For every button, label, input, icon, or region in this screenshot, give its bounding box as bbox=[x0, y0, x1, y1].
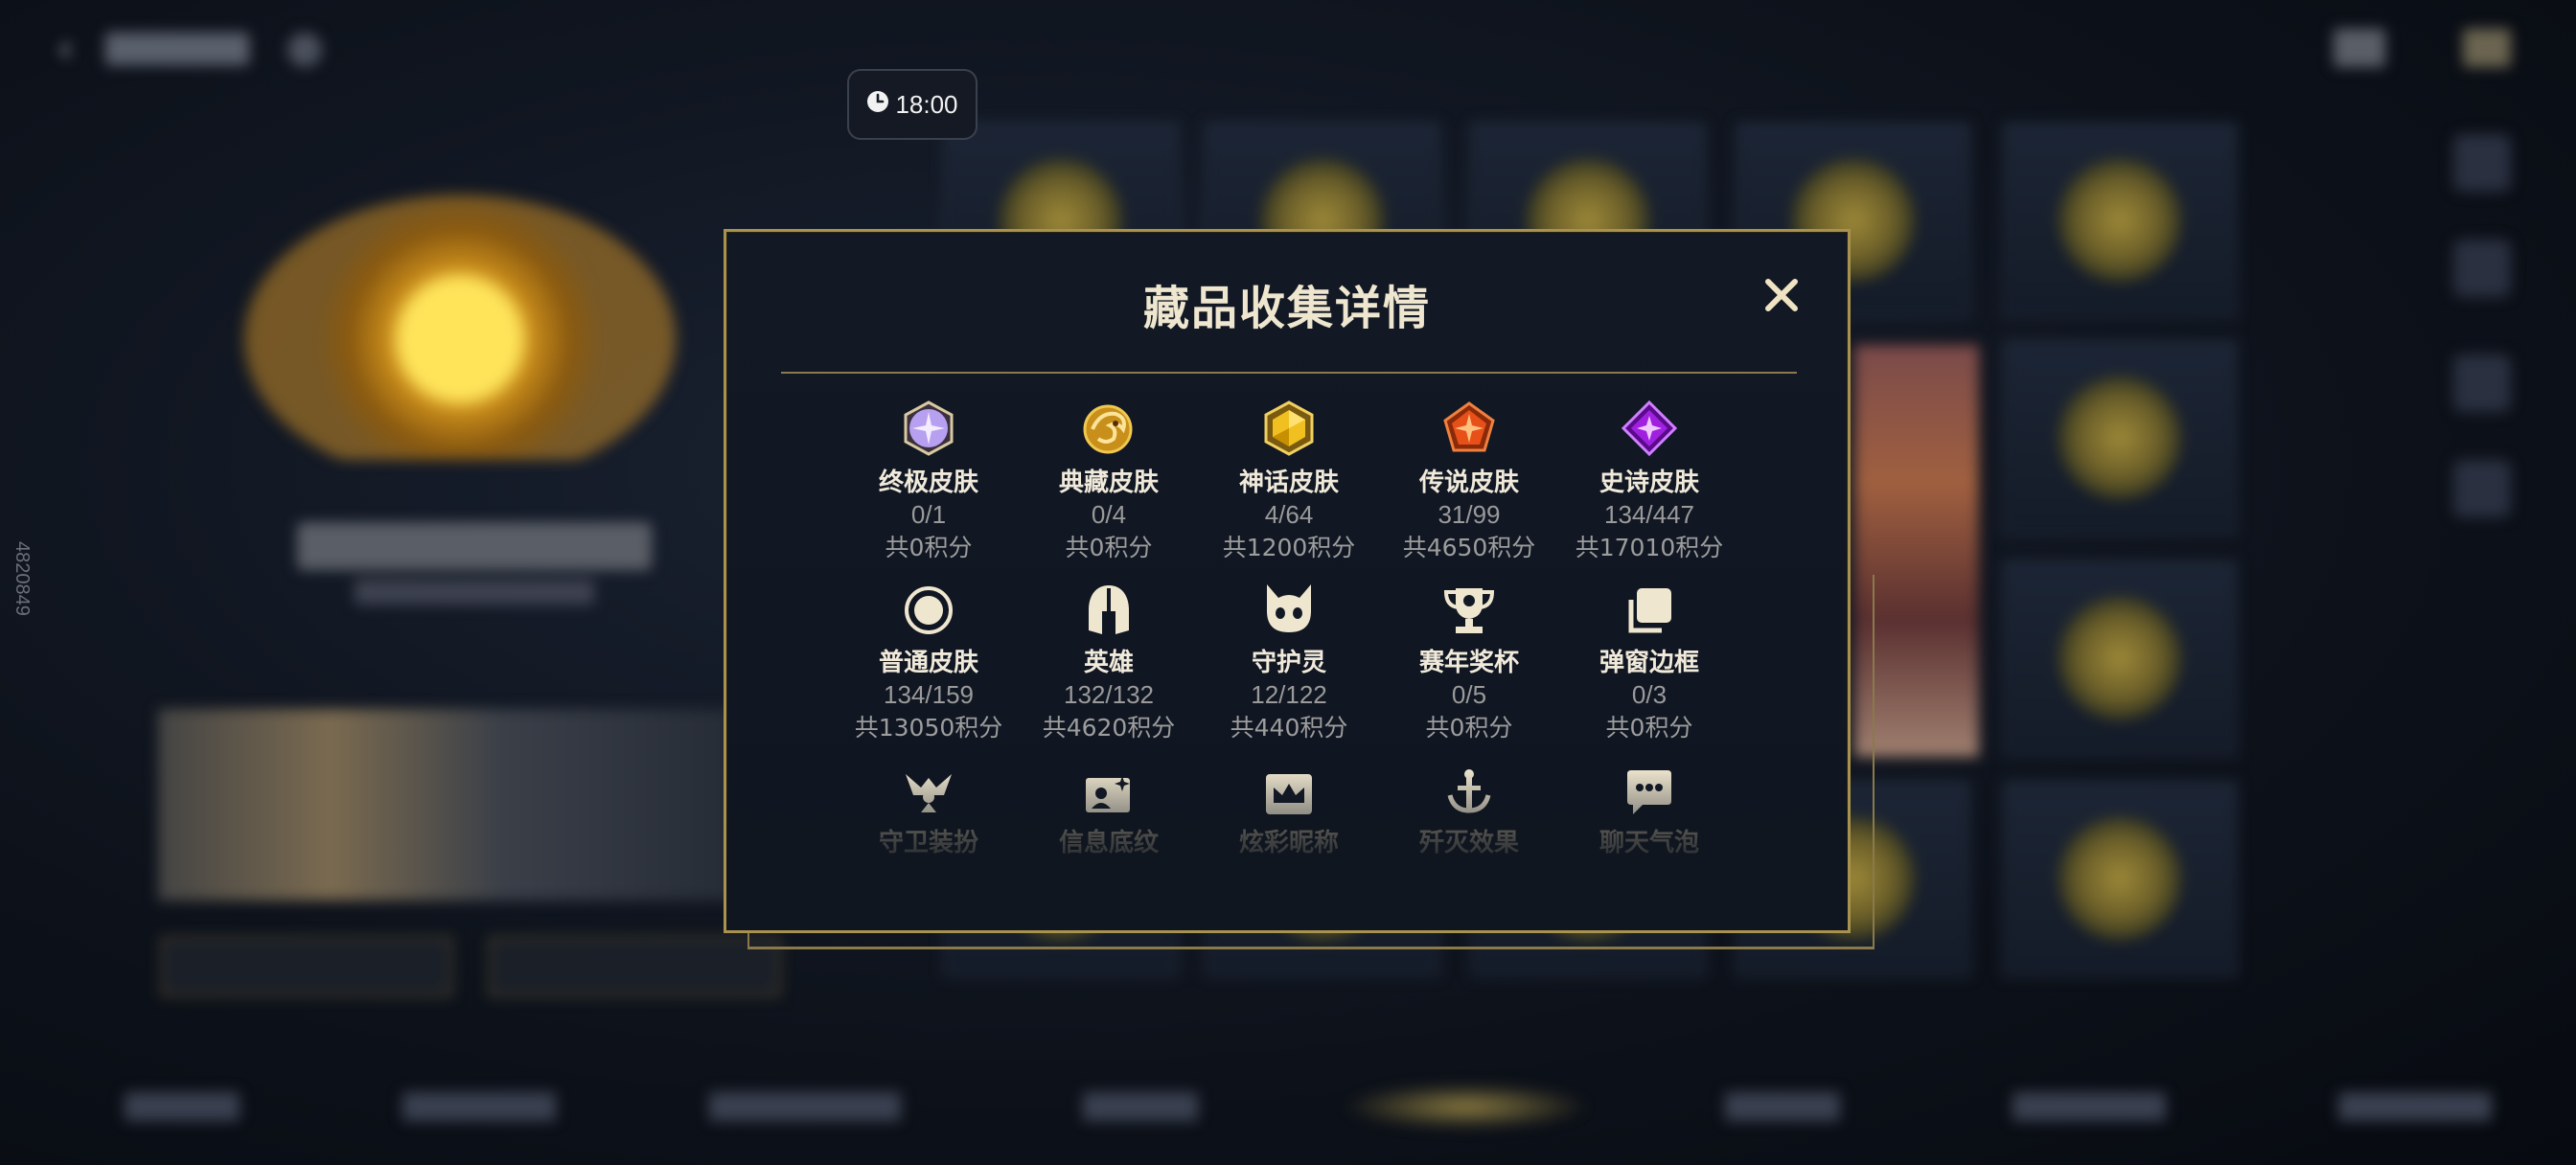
category-name: 赛年奖杯 bbox=[1418, 649, 1519, 677]
bg-header-icon bbox=[288, 33, 322, 67]
category-chat-bubble[interactable]: 聊天气泡 bbox=[1559, 761, 1739, 858]
category-count: 4/64 bbox=[1264, 500, 1314, 529]
bg-tile bbox=[2003, 123, 2237, 318]
category-points: 共0积分 bbox=[1605, 714, 1693, 742]
category-name: 信息底纹 bbox=[1058, 829, 1159, 857]
category-points: 共440积分 bbox=[1230, 714, 1348, 742]
close-button[interactable] bbox=[1755, 270, 1808, 324]
category-myth-skin[interactable]: 神话皮肤 4/64 共1200积分 bbox=[1199, 400, 1379, 565]
category-name: 聊天气泡 bbox=[1598, 829, 1699, 857]
bg-top-right-icon bbox=[2463, 29, 2511, 67]
annihilation-effect-icon bbox=[1444, 766, 1494, 820]
category-name: 典藏皮肤 bbox=[1058, 468, 1159, 497]
category-epic-skin[interactable]: 史诗皮肤 134/447 共17010积分 bbox=[1559, 400, 1739, 565]
category-name: 传说皮肤 bbox=[1418, 468, 1519, 497]
timer-pill: 18:00 bbox=[847, 69, 978, 140]
category-name: 英雄 bbox=[1083, 649, 1134, 677]
colorful-nickname-icon bbox=[1264, 770, 1314, 820]
category-count: 0/4 bbox=[1091, 500, 1127, 529]
chat-bubble-icon bbox=[1623, 768, 1675, 820]
ultimate-skin-icon bbox=[901, 400, 956, 460]
category-normal-skin[interactable]: 普通皮肤 134/159 共13050积分 bbox=[839, 581, 1019, 745]
category-points: 共13050积分 bbox=[854, 714, 1003, 742]
info-pattern-icon bbox=[1082, 770, 1136, 820]
category-guardian-spirit[interactable]: 守护灵 12/122 共440积分 bbox=[1199, 581, 1379, 745]
category-count: 12/122 bbox=[1251, 680, 1327, 709]
category-colorful-nickname[interactable]: 炫彩昵称 bbox=[1199, 761, 1379, 858]
category-points: 共1200积分 bbox=[1222, 534, 1356, 561]
close-icon bbox=[1762, 276, 1801, 318]
bg-button-1 bbox=[161, 937, 452, 996]
hero-helmet-icon bbox=[1085, 582, 1133, 640]
bg-tile bbox=[2003, 560, 2237, 756]
category-name: 终极皮肤 bbox=[878, 468, 978, 497]
category-count: 31/99 bbox=[1438, 500, 1501, 529]
category-name: 守护灵 bbox=[1251, 649, 1326, 677]
category-name: 弹窗边框 bbox=[1598, 649, 1699, 677]
bg-player-name bbox=[297, 522, 652, 570]
category-name: 神话皮肤 bbox=[1238, 468, 1339, 497]
epic-skin-icon bbox=[1620, 400, 1679, 460]
category-count: 0/5 bbox=[1451, 680, 1487, 709]
category-points: 共0积分 bbox=[1425, 714, 1513, 742]
category-name: 守卫装扮 bbox=[878, 829, 978, 857]
category-guard-outfit[interactable]: 守卫装扮 bbox=[839, 761, 1019, 858]
category-collection-skin[interactable]: 典藏皮肤 0/4 共0积分 bbox=[1019, 400, 1199, 565]
category-name: 歼灭效果 bbox=[1418, 829, 1519, 857]
bg-player-sub bbox=[355, 580, 594, 605]
category-annihilation-effect[interactable]: 歼灭效果 bbox=[1379, 761, 1559, 858]
bg-side-icon bbox=[2453, 354, 2511, 412]
category-points: 共4620积分 bbox=[1042, 714, 1176, 742]
category-points: 共4650积分 bbox=[1402, 534, 1536, 561]
modal-title: 藏品收集详情 bbox=[1142, 282, 1431, 335]
category-ultimate-skin[interactable]: 终极皮肤 0/1 共0积分 bbox=[839, 400, 1019, 565]
guardian-spirit-icon bbox=[1261, 582, 1317, 640]
category-name: 史诗皮肤 bbox=[1598, 468, 1699, 497]
timer-text: 18:00 bbox=[895, 89, 958, 119]
guard-outfit-icon bbox=[902, 768, 955, 820]
bg-side-icon bbox=[2453, 134, 2511, 192]
category-count: 132/132 bbox=[1064, 680, 1154, 709]
category-info-pattern[interactable]: 信息底纹 bbox=[1019, 761, 1199, 858]
legend-skin-icon bbox=[1441, 400, 1497, 460]
bg-tile bbox=[2003, 781, 2237, 976]
back-nav-blur: ‹ bbox=[58, 27, 74, 71]
category-count: 0/1 bbox=[910, 500, 947, 529]
player-id-vertical: 4820849 bbox=[12, 541, 33, 616]
collection-skin-icon bbox=[1079, 400, 1138, 460]
category-name: 炫彩昵称 bbox=[1238, 829, 1339, 857]
popup-frame-icon bbox=[1623, 586, 1675, 640]
category-points: 共0积分 bbox=[1065, 534, 1153, 561]
category-season-trophy[interactable]: 赛年奖杯 0/5 共0积分 bbox=[1379, 581, 1559, 745]
category-name: 普通皮肤 bbox=[878, 649, 978, 677]
myth-skin-icon bbox=[1261, 400, 1317, 460]
category-hero[interactable]: 英雄 132/132 共4620积分 bbox=[1019, 581, 1199, 745]
bg-header-bar bbox=[105, 33, 249, 65]
category-count: 134/447 bbox=[1604, 500, 1694, 529]
bg-side-icon bbox=[2453, 240, 2511, 297]
category-count: 0/3 bbox=[1631, 680, 1668, 709]
bg-bottom-nav bbox=[0, 1083, 2576, 1140]
bg-button-2 bbox=[489, 937, 780, 996]
category-popup-frame[interactable]: 弹窗边框 0/3 共0积分 bbox=[1559, 581, 1739, 745]
category-count: 134/159 bbox=[884, 680, 974, 709]
bg-side-icon bbox=[2453, 460, 2511, 517]
bg-top-right-icon bbox=[2334, 29, 2385, 67]
bg-tile bbox=[2003, 340, 2237, 536]
bg-card bbox=[158, 709, 733, 901]
trophy-icon bbox=[1442, 584, 1496, 640]
category-points: 共0积分 bbox=[885, 534, 973, 561]
clock-icon bbox=[866, 90, 889, 120]
category-points: 共17010积分 bbox=[1575, 534, 1724, 561]
normal-skin-icon bbox=[903, 584, 954, 640]
bg-emblem bbox=[240, 192, 680, 460]
collection-detail-modal: 藏品收集详情 终极皮肤 0/1 共0积分 典藏皮肤 0/4 共0积分 神话皮肤 … bbox=[724, 229, 1851, 933]
category-legend-skin[interactable]: 传说皮肤 31/99 共4650积分 bbox=[1379, 400, 1559, 565]
title-divider bbox=[781, 372, 1797, 374]
